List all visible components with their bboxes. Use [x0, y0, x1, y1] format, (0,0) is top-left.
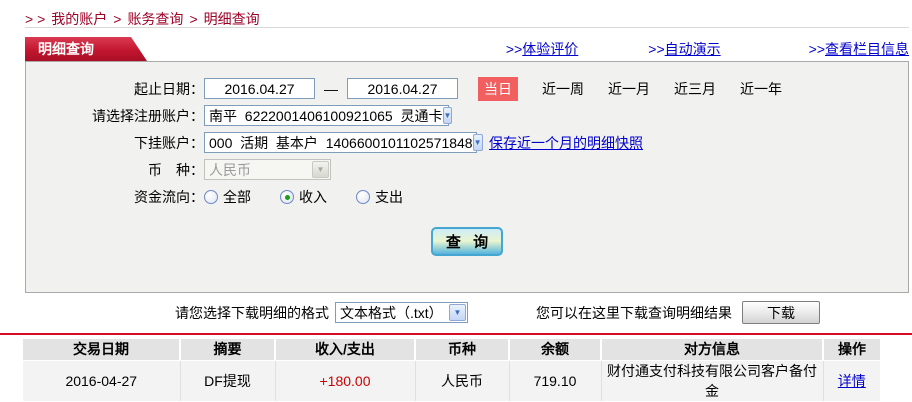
query-form-panel: 起止日期： — 当日 近一周 近一月 近三月 近一年 请选择注册账户： 南平 6…	[25, 61, 909, 293]
breadcrumb: > > 我的账户 > 账务查询 > 明细查询	[0, 0, 912, 27]
radio-icon[interactable]	[280, 189, 294, 204]
sub-account-value: 000 活期 基本户 1406600101102571848	[209, 134, 473, 151]
breadcrumb-separator: >	[189, 11, 198, 27]
link-prefix: >>	[505, 41, 523, 57]
tab-detail-query: 明细查询	[25, 37, 147, 61]
panel-header: 明细查询 >>体验评价 >>自动演示 >>查看栏目信息	[25, 37, 909, 61]
link-label: 查看栏目信息	[825, 41, 909, 57]
breadcrumb-separator: >	[113, 11, 122, 27]
chevron-down-icon[interactable]: ▼	[442, 107, 453, 124]
download-row: 请您选择下载明细的格式 文本格式（.txt） ▼ 您可以在这里下载查询明细结果 …	[0, 300, 912, 325]
col-header-amount: 收入/支出	[274, 339, 415, 361]
currency-label: 币 种：	[148, 161, 204, 178]
link-experience-rating[interactable]: >>体验评价	[506, 39, 578, 59]
breadcrumb-item-account-query[interactable]: 账务查询	[127, 11, 183, 27]
quick-link-last-week[interactable]: 近一周	[542, 79, 584, 99]
page: > > 我的账户 > 账务查询 > 明细查询 明细查询 >>体验评价 >>自动演示 >>查…	[0, 0, 912, 401]
chevron-down-icon[interactable]: ▼	[472, 134, 483, 151]
breadcrumb-item-detail-query[interactable]: 明细查询	[204, 11, 260, 27]
today-badge[interactable]: 当日	[478, 76, 518, 101]
download-button[interactable]: 下载	[742, 301, 820, 324]
cell-date: 2016-04-27	[23, 360, 180, 401]
table-header-row: 交易日期 摘要 收入/支出 币种 余额 对方信息 操作	[23, 339, 880, 361]
quick-link-last-year[interactable]: 近一年	[740, 79, 782, 99]
radio-icon[interactable]	[356, 189, 370, 204]
fund-flow-row: 资金流向： 全部 收入 支出	[26, 183, 908, 210]
col-header-date: 交易日期	[23, 339, 180, 361]
link-prefix: >>	[808, 41, 825, 57]
date-range-label: 起止日期：	[134, 80, 204, 97]
quick-link-last-month[interactable]: 近一月	[608, 79, 650, 99]
detail-link[interactable]: 详情	[838, 373, 866, 389]
download-format-value: 文本格式（.txt）	[340, 304, 443, 321]
breadcrumb-arrows: > >	[25, 11, 46, 27]
fund-flow-option-all: 全部	[223, 188, 251, 205]
currency-value: 人民币	[209, 161, 251, 178]
cell-counterparty: 财付通支付科技有限公司客户备付金	[600, 360, 823, 401]
fund-flow-radio[interactable]: 全部	[204, 187, 251, 207]
date-range-row: 起止日期： — 当日 近一周 近一月 近三月 近一年	[26, 75, 908, 102]
col-header-counterparty: 对方信息	[600, 339, 823, 361]
link-label: 自动演示	[664, 41, 721, 57]
currency-row: 币 种： 人民币 ▼	[26, 156, 908, 183]
col-header-currency: 币种	[414, 339, 509, 361]
chevron-down-icon[interactable]: ▼	[449, 304, 466, 321]
transactions-table: 交易日期 摘要 收入/支出 币种 余额 对方信息 操作 2016-04-27 D…	[23, 339, 880, 401]
end-date-input[interactable]	[347, 78, 458, 99]
fund-flow-label: 资金流向：	[134, 188, 204, 205]
date-separator: —	[324, 80, 338, 97]
table-row: 2016-04-27 DF提现 +180.00 人民币 719.10 财付通支付…	[23, 360, 880, 401]
quick-link-last-3-months[interactable]: 近三月	[674, 79, 716, 99]
col-header-balance: 余额	[508, 339, 601, 361]
header-links: >>体验评价 >>自动演示 >>查看栏目信息	[444, 39, 909, 59]
save-snapshot-link[interactable]: 保存近一个月的明细快照	[489, 133, 643, 153]
start-date-input[interactable]	[204, 78, 315, 99]
sub-account-label: 下挂账户：	[134, 134, 204, 151]
cell-currency: 人民币	[414, 360, 509, 401]
link-view-column-info[interactable]: >>查看栏目信息	[809, 39, 909, 59]
col-header-action: 操作	[822, 339, 880, 361]
cell-action: 详情	[822, 360, 880, 401]
currency-select-disabled: 人民币 ▼	[204, 159, 331, 180]
link-label: 体验评价	[522, 41, 579, 57]
cell-summary: DF提现	[179, 360, 275, 401]
registered-account-label: 请选择注册账户：	[92, 107, 204, 124]
download-format-select[interactable]: 文本格式（.txt） ▼	[335, 302, 468, 323]
registered-account-value: 南平 6222001406100921065 灵通卡	[209, 107, 443, 124]
fund-flow-option-income: 收入	[299, 188, 327, 205]
registered-account-select[interactable]: 南平 6222001406100921065 灵通卡 ▼	[204, 105, 453, 126]
chevron-down-icon: ▼	[312, 161, 329, 178]
registered-account-row: 请选择注册账户： 南平 6222001406100921065 灵通卡 ▼	[26, 102, 908, 129]
radio-icon[interactable]	[204, 189, 218, 204]
download-hint: 您可以在这里下载查询明细结果	[536, 304, 732, 321]
cell-amount: +180.00	[274, 360, 415, 401]
table-top-rule	[0, 333, 912, 335]
sub-account-row: 下挂账户： 000 活期 基本户 1406600101102571848 ▼ 保…	[26, 129, 908, 156]
cell-balance: 719.10	[508, 360, 601, 401]
breadcrumb-item-my-account[interactable]: 我的账户	[51, 11, 107, 27]
query-button[interactable]: 查 询	[431, 227, 503, 256]
fund-flow-option-expense: 支出	[375, 188, 403, 205]
link-auto-demo[interactable]: >>自动演示	[648, 39, 720, 59]
link-prefix: >>	[648, 41, 665, 57]
download-format-label: 请您选择下载明细的格式	[175, 304, 329, 321]
col-header-summary: 摘要	[179, 339, 275, 361]
fund-flow-radio[interactable]: 收入	[280, 187, 327, 207]
fund-flow-radio[interactable]: 支出	[356, 187, 403, 207]
sub-account-select[interactable]: 000 活期 基本户 1406600101102571848 ▼	[204, 132, 483, 153]
